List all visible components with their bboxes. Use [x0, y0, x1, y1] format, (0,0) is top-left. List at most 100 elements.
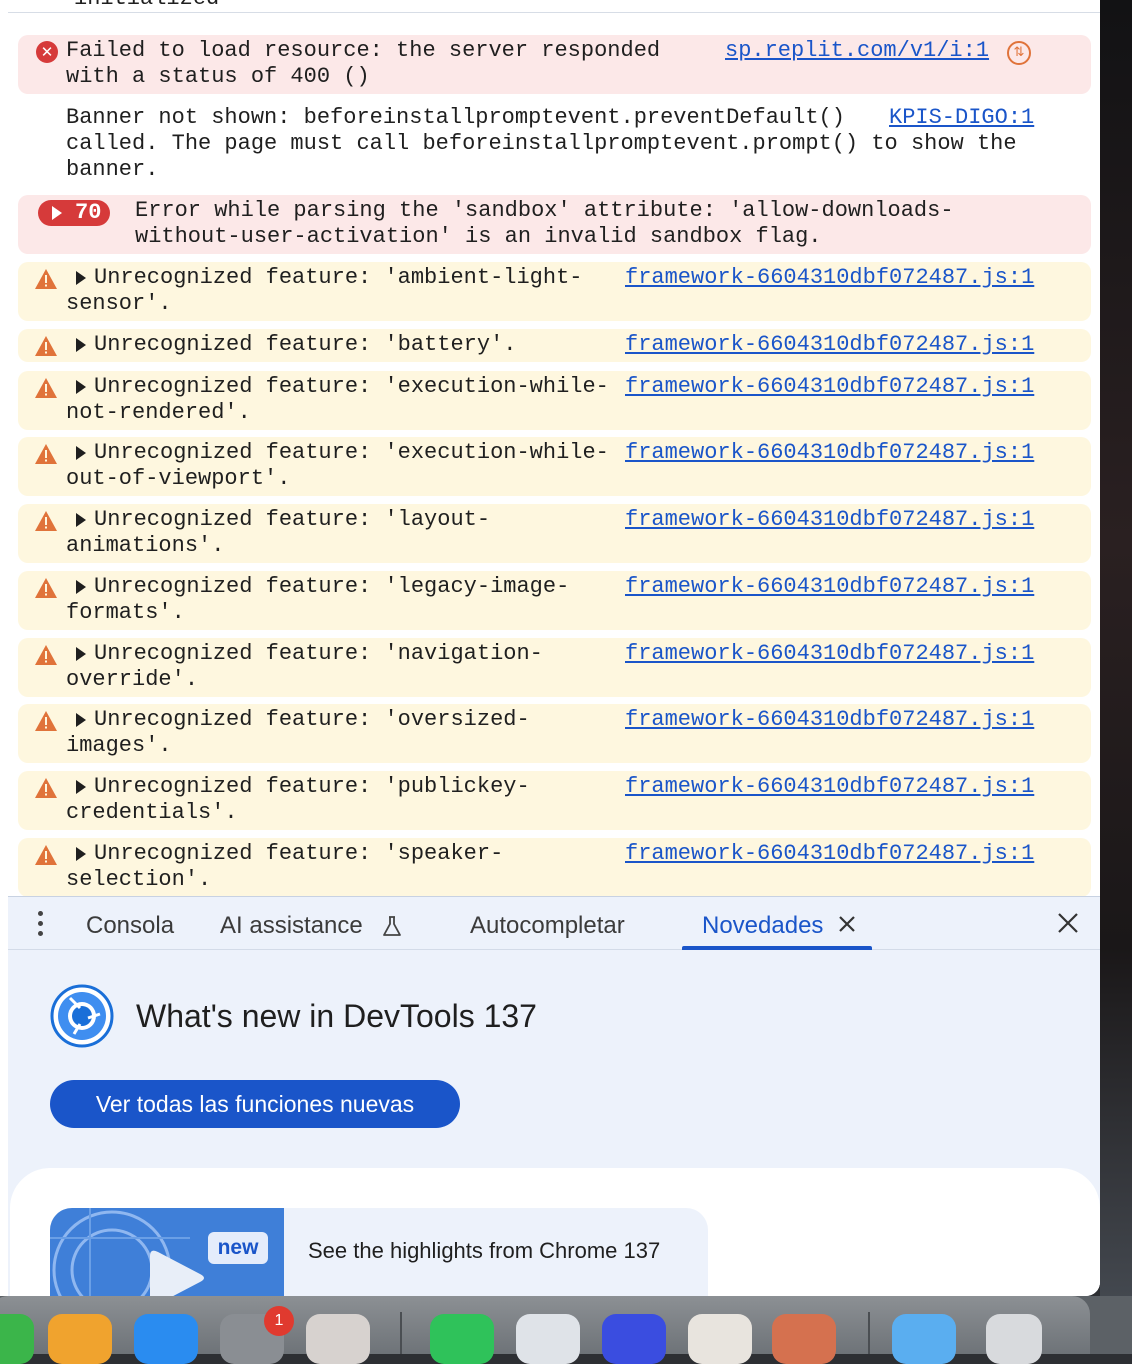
- signal-app-icon[interactable]: [602, 1314, 666, 1364]
- notification-badge: 1: [264, 1306, 294, 1336]
- message-text: Unrecognized feature: 'battery'.: [94, 332, 517, 357]
- message-text: images'.: [66, 733, 172, 758]
- video-thumbnail: new: [50, 1208, 284, 1296]
- expand-triangle-icon[interactable]: [76, 513, 86, 527]
- message-text: Unrecognized feature: 'execution-while-: [94, 374, 609, 399]
- downloads-folder-icon[interactable]: [892, 1314, 956, 1364]
- console-message-warning[interactable]: Unrecognized feature: 'legacy-image- for…: [18, 571, 1091, 630]
- highlight-item[interactable]: new See the highlights from Chrome 137: [50, 1208, 708, 1296]
- source-link[interactable]: framework-6604310dbf072487.js:1: [625, 265, 1034, 291]
- expand-triangle-icon[interactable]: [76, 446, 86, 460]
- tab-novedades[interactable]: Novedades: [702, 911, 823, 941]
- see-all-features-button[interactable]: Ver todas las funciones nuevas: [50, 1080, 460, 1128]
- close-drawer-icon[interactable]: [1056, 911, 1080, 935]
- console-message-warning[interactable]: Unrecognized feature: 'execution-while- …: [18, 371, 1091, 430]
- app-store-icon[interactable]: [134, 1314, 198, 1364]
- console-message-info[interactable]: Banner not shown: beforeinstallprompteve…: [18, 102, 1091, 186]
- pages-app-icon[interactable]: [48, 1314, 112, 1364]
- warning-icon: [35, 378, 57, 398]
- source-link[interactable]: framework-6604310dbf072487.js:1: [625, 574, 1034, 600]
- error-icon: ✕: [36, 41, 58, 63]
- warning-icon: [35, 336, 57, 356]
- console-message-warning[interactable]: Unrecognized feature: 'navigation- overr…: [18, 638, 1091, 697]
- message-text: called. The page must call beforeinstall…: [66, 131, 1017, 156]
- message-text: Banner not shown: beforeinstallprompteve…: [66, 105, 845, 130]
- warning-icon: [35, 578, 57, 598]
- expand-triangle-icon[interactable]: [76, 647, 86, 661]
- message-text: animations'.: [66, 533, 225, 558]
- message-text: Error while parsing the 'sandbox' attrib…: [135, 198, 954, 223]
- console-message-error[interactable]: ✕ Failed to load resource: the server re…: [18, 35, 1091, 94]
- devtools-logo-icon: [50, 984, 114, 1048]
- macos-dock: [0, 1296, 1132, 1364]
- source-link[interactable]: framework-6604310dbf072487.js:1: [625, 332, 1034, 358]
- highlights-card: new See the highlights from Chrome 137: [10, 1168, 1100, 1296]
- warning-icon: [35, 778, 57, 798]
- message-text: with a status of 400 (): [66, 64, 370, 89]
- expand-triangle-icon[interactable]: [76, 580, 86, 594]
- tab-consola[interactable]: Consola: [86, 911, 174, 941]
- network-request-icon[interactable]: ⇅: [1007, 41, 1031, 65]
- trash-icon[interactable]: [986, 1314, 1042, 1364]
- desktop-wallpaper: [1100, 0, 1132, 1354]
- source-link[interactable]: framework-6604310dbf072487.js:1: [625, 774, 1034, 800]
- message-text: without-user-activation' is an invalid s…: [135, 224, 822, 249]
- warning-icon: [35, 269, 57, 289]
- console-message-warning[interactable]: Unrecognized feature: 'oversized- images…: [18, 704, 1091, 763]
- more-options-icon[interactable]: [36, 911, 46, 937]
- message-text: Unrecognized feature: 'layout-: [94, 507, 491, 532]
- message-text: Unrecognized feature: 'navigation-: [94, 641, 543, 666]
- warning-icon: [35, 645, 57, 665]
- highlight-text: See the highlights from Chrome 137: [308, 1238, 661, 1263]
- message-text: formats'.: [66, 600, 185, 625]
- console-message-warning[interactable]: Unrecognized feature: 'speaker- selectio…: [18, 838, 1091, 896]
- console-message-warning[interactable]: Unrecognized feature: 'battery'. framewo…: [18, 329, 1091, 362]
- console-message-error-group[interactable]: 70 Error while parsing the 'sandbox' att…: [18, 195, 1091, 254]
- tab-autocompletar[interactable]: Autocompletar: [470, 911, 625, 941]
- expand-triangle-icon[interactable]: [76, 338, 86, 352]
- warning-icon: [35, 845, 57, 865]
- close-tab-icon[interactable]: [836, 913, 858, 935]
- warning-icon: [35, 711, 57, 731]
- console-message-warning[interactable]: Unrecognized feature: 'layout- animation…: [18, 504, 1091, 563]
- source-link[interactable]: framework-6604310dbf072487.js:1: [625, 641, 1034, 667]
- devtools-drawer: Consola AI assistance Autocompletar Nove…: [8, 896, 1100, 1296]
- message-text: credentials'.: [66, 800, 238, 825]
- message-text: Unrecognized feature: 'ambient-light-: [94, 265, 583, 290]
- expand-triangle-icon[interactable]: [76, 847, 86, 861]
- console-log: initialized ✕ Failed to load resource: t…: [8, 0, 1100, 896]
- console-message-warning[interactable]: Unrecognized feature: 'ambient-light- se…: [18, 262, 1091, 321]
- message-text: banner.: [66, 157, 159, 182]
- message-text: selection'.: [66, 867, 212, 892]
- preview-app-icon[interactable]: [516, 1314, 580, 1364]
- tab-ai-assistance[interactable]: AI assistance: [220, 911, 363, 941]
- repeat-count-badge[interactable]: 70: [38, 200, 110, 226]
- expand-triangle-icon[interactable]: [76, 271, 86, 285]
- console-message-warning[interactable]: Unrecognized feature: 'execution-while- …: [18, 437, 1091, 496]
- drawer-tabbar: Consola AI assistance Autocompletar Nove…: [8, 896, 1100, 950]
- installer-app-icon[interactable]: [688, 1314, 752, 1364]
- source-link[interactable]: sp.replit.com/v1/i:1: [725, 38, 989, 64]
- source-link[interactable]: framework-6604310dbf072487.js:1: [625, 374, 1034, 400]
- source-link[interactable]: framework-6604310dbf072487.js:1: [625, 507, 1034, 533]
- claude-app-icon[interactable]: [772, 1314, 836, 1364]
- source-link[interactable]: framework-6604310dbf072487.js:1: [625, 440, 1034, 466]
- numbers-app-icon[interactable]: [0, 1314, 34, 1364]
- whatsapp-icon[interactable]: [430, 1314, 494, 1364]
- expand-triangle-icon[interactable]: [76, 713, 86, 727]
- source-link[interactable]: framework-6604310dbf072487.js:1: [625, 707, 1034, 733]
- expand-triangle-icon[interactable]: [76, 780, 86, 794]
- new-badge: new: [208, 1232, 268, 1264]
- source-link[interactable]: KPIS-DIGO:1: [889, 105, 1034, 131]
- message-text: Unrecognized feature: 'speaker-: [94, 841, 504, 866]
- message-text: not-rendered'.: [66, 400, 251, 425]
- message-text: override'.: [66, 667, 199, 692]
- console-message-warning[interactable]: Unrecognized feature: 'publickey- creden…: [18, 771, 1091, 830]
- active-tab-indicator: [682, 946, 872, 950]
- source-link[interactable]: framework-6604310dbf072487.js:1: [625, 841, 1034, 867]
- message-text: Unrecognized feature: 'execution-while-: [94, 440, 609, 465]
- iphone-mirroring-icon[interactable]: [306, 1314, 370, 1364]
- expand-triangle-icon[interactable]: [76, 380, 86, 394]
- message-text: out-of-viewport'.: [66, 466, 291, 491]
- message-text: Unrecognized feature: 'oversized-: [94, 707, 530, 732]
